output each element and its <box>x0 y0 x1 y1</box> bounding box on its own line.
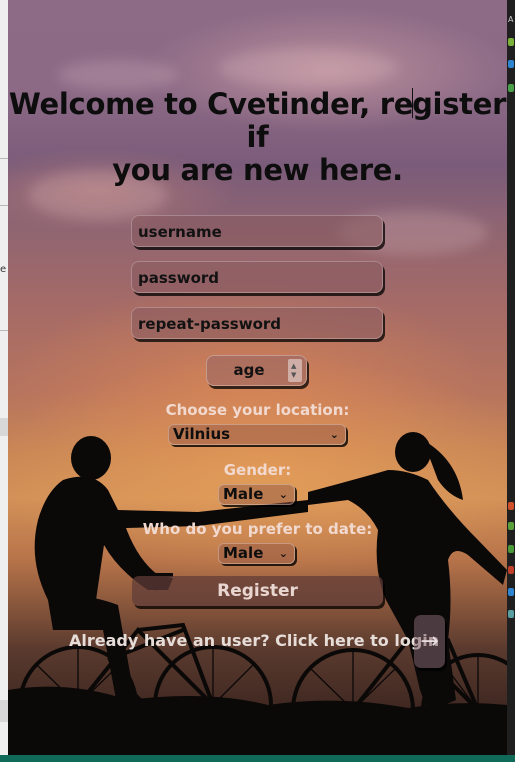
username-input[interactable]: username <box>131 215 383 247</box>
spinner-up-icon[interactable]: ▲ <box>291 362 296 370</box>
preference-select-value: Male <box>223 544 264 562</box>
right-edge-icon <box>508 566 514 574</box>
location-select-value: Vilnius <box>173 425 231 443</box>
right-edge-glyph: A <box>508 15 514 24</box>
right-edge-icon <box>508 545 514 553</box>
right-edge-icon <box>508 38 514 46</box>
register-page: Welcome to Cvetinder, register if you ar… <box>8 0 507 755</box>
arrow-right-icon: → <box>420 629 439 654</box>
password-input[interactable]: password <box>131 261 383 293</box>
left-edge-divider <box>0 330 8 331</box>
right-window-edge: A <box>507 0 515 762</box>
age-spinner[interactable]: ▲ ▼ <box>288 359 302 382</box>
preference-label: Who do you prefer to date: <box>142 520 373 538</box>
age-input[interactable]: age ▲ ▼ <box>206 355 307 386</box>
right-edge-icon <box>508 60 514 68</box>
repeat-password-input[interactable]: repeat-password <box>131 307 383 339</box>
chevron-down-icon: ⌄ <box>329 428 339 441</box>
login-arrow-button[interactable]: → <box>414 615 445 668</box>
gender-label: Gender: <box>223 461 292 479</box>
location-label: Choose your location: <box>165 401 350 419</box>
preference-select[interactable]: Male ⌄ <box>218 543 295 564</box>
gender-select-value: Male <box>223 485 264 503</box>
chevron-down-icon: ⌄ <box>278 488 288 501</box>
left-edge-divider <box>0 205 8 206</box>
right-edge-icon <box>508 502 514 510</box>
left-edge-band <box>0 700 8 722</box>
page-title-part: Welcome to Cvetinder, re <box>8 87 414 121</box>
page-title-line2: you are new here. <box>112 153 403 187</box>
chevron-down-icon: ⌄ <box>278 547 288 560</box>
right-edge-icon <box>508 588 514 596</box>
right-edge-icon <box>508 84 514 92</box>
location-select[interactable]: Vilnius ⌄ <box>168 424 346 445</box>
spinner-down-icon[interactable]: ▼ <box>291 371 296 379</box>
page-title: Welcome to Cvetinder, register if you ar… <box>8 88 507 187</box>
left-edge-band <box>0 418 8 436</box>
age-placeholder: age <box>233 361 265 379</box>
right-edge-icon <box>508 610 514 618</box>
left-edge-divider <box>0 158 8 159</box>
gender-select[interactable]: Male ⌄ <box>218 484 295 505</box>
left-edge-glyph: e <box>0 264 7 275</box>
register-button[interactable]: Register <box>132 576 383 606</box>
right-edge-icon <box>508 522 514 530</box>
bottom-taskbar-edge <box>0 755 515 762</box>
login-prompt: Already have an user? Click here to logi… <box>69 631 440 650</box>
